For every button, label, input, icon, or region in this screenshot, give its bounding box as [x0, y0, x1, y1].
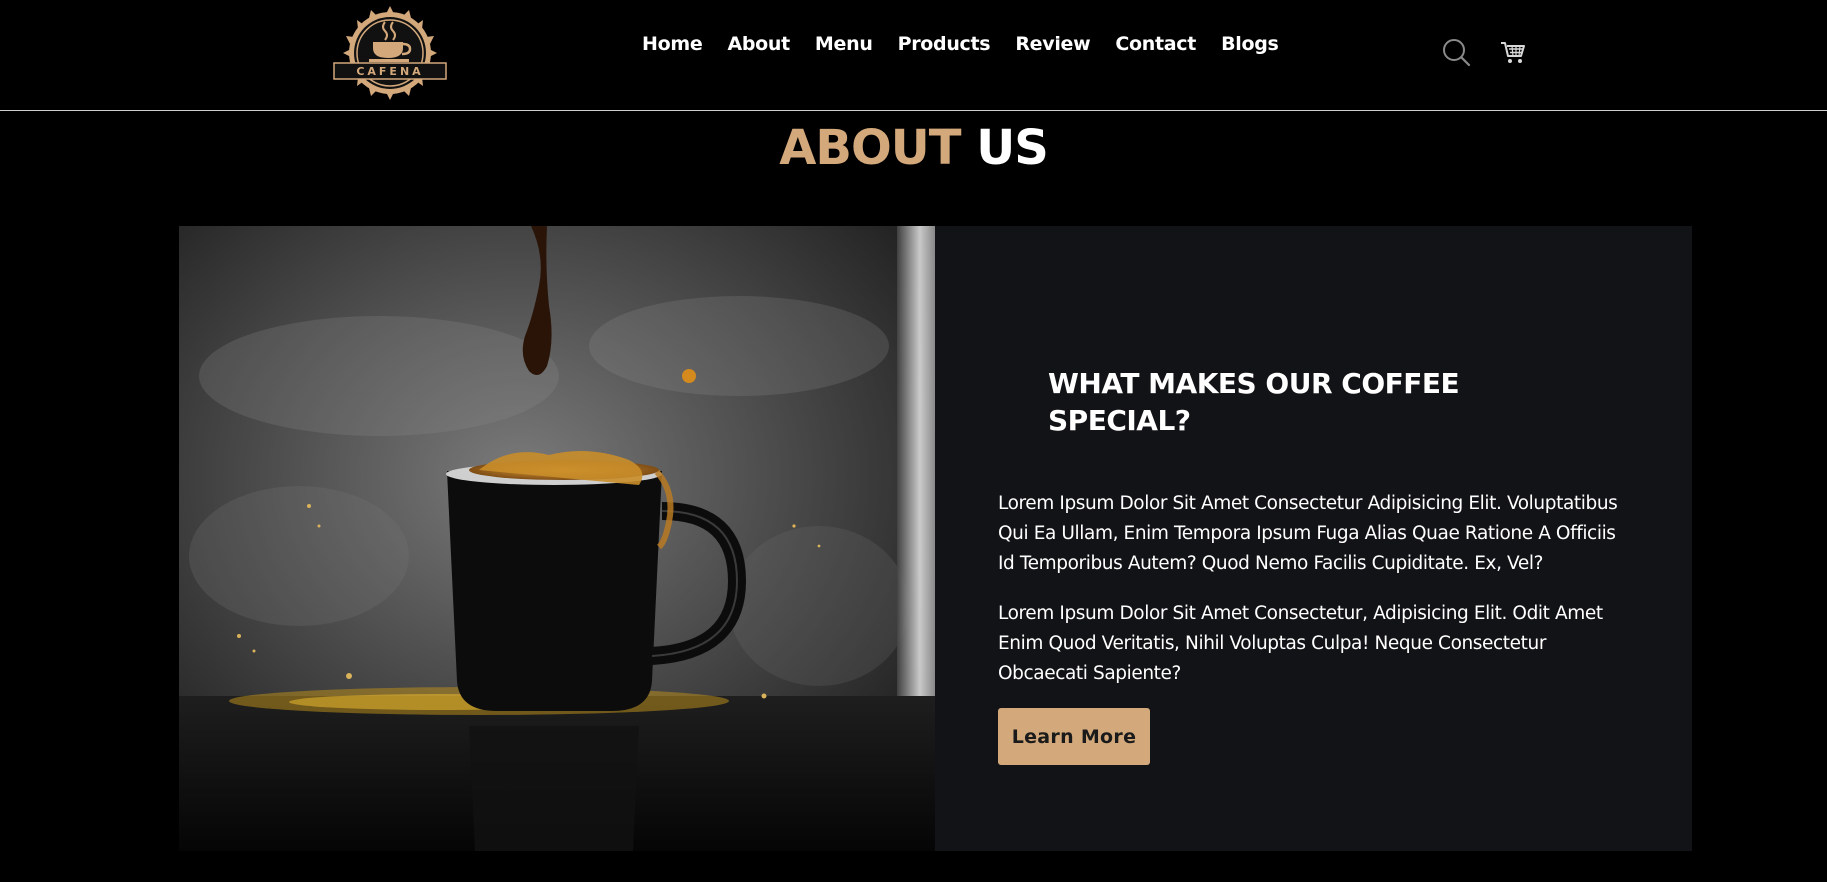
- page-title: ABOUT US: [0, 117, 1827, 179]
- search-icon[interactable]: [1440, 36, 1472, 68]
- coffee-cup-splash-image: [179, 226, 935, 851]
- main-nav: Home About Menu Products Review Contact …: [642, 30, 1291, 58]
- nav-link-home[interactable]: Home: [642, 30, 715, 58]
- shopping-cart-icon[interactable]: [1497, 36, 1529, 68]
- nav-link-menu[interactable]: Menu: [802, 30, 885, 58]
- title-accent-word: ABOUT: [779, 120, 961, 176]
- title-rest-word: US: [976, 120, 1049, 176]
- svg-text:CAFENA: CAFENA: [356, 65, 423, 78]
- about-content-panel: WHAT MAKES OUR COFFEE SPECIAL? Lorem Ips…: [935, 226, 1692, 851]
- nav-link-contact[interactable]: Contact: [1103, 30, 1209, 58]
- about-paragraph-1: Lorem Ipsum Dolor Sit Amet Consectetur A…: [998, 493, 1618, 574]
- nav-link-about[interactable]: About: [715, 30, 802, 58]
- nav-link-review[interactable]: Review: [1003, 30, 1103, 58]
- cafena-logo[interactable]: CAFENA: [333, 6, 447, 100]
- nav-link-products[interactable]: Products: [885, 30, 1003, 58]
- nav-link-blogs[interactable]: Blogs: [1209, 30, 1291, 58]
- about-heading: WHAT MAKES OUR COFFEE SPECIAL?: [1048, 367, 1460, 437]
- about-section: WHAT MAKES OUR COFFEE SPECIAL? Lorem Ips…: [179, 226, 1692, 851]
- site-header: CAFENA Home About Menu Products Review C…: [0, 0, 1827, 111]
- learn-more-button[interactable]: Learn More: [998, 708, 1150, 765]
- about-paragraph-2: Lorem Ipsum Dolor Sit Amet Consectetur, …: [998, 603, 1603, 684]
